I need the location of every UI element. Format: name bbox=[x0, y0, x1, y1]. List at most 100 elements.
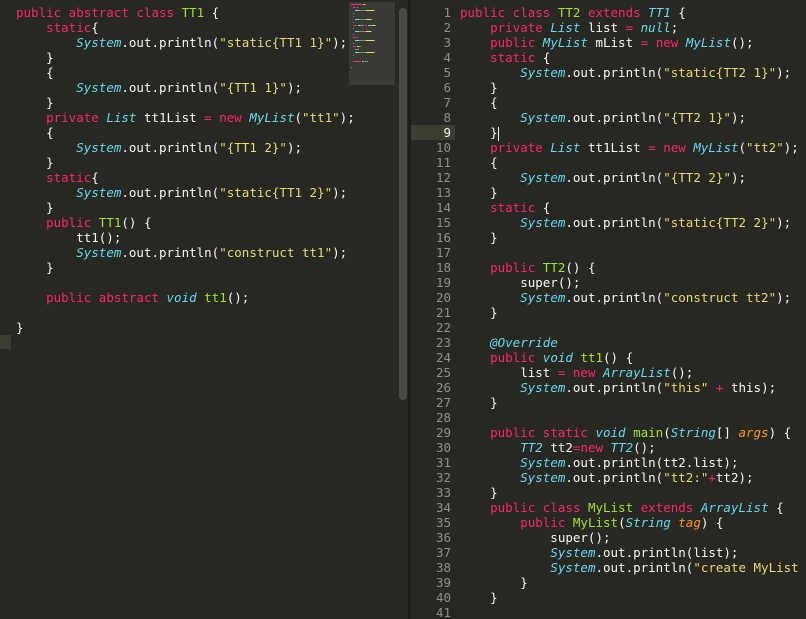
code-line[interactable]: list = new ArrayList(); bbox=[460, 365, 806, 380]
right-editor-pane[interactable]: 1 2 3 4 5 6 7 8 9 10 11 12 13 14 15 16 17 18 19 20 21 22 23 24 2… bbox=[411, 0, 806, 619]
right-code-area[interactable]: public class TT2 extends TT1 { private L… bbox=[460, 5, 806, 619]
code-line[interactable]: static{ bbox=[16, 20, 355, 35]
code-line[interactable]: { bbox=[460, 95, 806, 110]
left-scrollbar[interactable] bbox=[398, 0, 408, 619]
line-number: 31 bbox=[435, 455, 451, 470]
code-token: = bbox=[648, 140, 656, 155]
code-line[interactable]: System.out.println("{TT1 1}"); bbox=[16, 80, 355, 95]
code-line[interactable]: tt1(); bbox=[16, 230, 355, 245]
code-token: = bbox=[625, 20, 634, 35]
code-line[interactable]: System.out.println(tt2.list); bbox=[460, 455, 806, 470]
line-number: 38 bbox=[435, 560, 451, 575]
code-line[interactable]: public MyList(String tag) { bbox=[460, 515, 806, 530]
code-token: public bbox=[490, 35, 543, 50]
code-line[interactable]: static { bbox=[460, 50, 806, 65]
code-line[interactable]: { bbox=[16, 65, 355, 80]
code-line[interactable]: public abstract void tt1(); bbox=[16, 290, 355, 305]
code-line[interactable]: System.out.println("static{TT2 2}"); bbox=[460, 215, 806, 230]
code-line[interactable]: System.out.println("static{TT1 1}"); bbox=[16, 35, 355, 50]
code-line[interactable]: } bbox=[16, 320, 355, 335]
left-editor-pane[interactable]: public abstract class TT1 { static{ Syst… bbox=[0, 0, 396, 619]
code-token: ArrayList bbox=[603, 365, 671, 380]
code-line[interactable]: } bbox=[16, 200, 355, 215]
code-line[interactable]: } bbox=[460, 485, 806, 500]
code-line[interactable]: super(); bbox=[460, 275, 806, 290]
code-token: { bbox=[91, 170, 99, 185]
code-token: TT1 bbox=[648, 5, 671, 20]
left-code-area[interactable]: public abstract class TT1 { static{ Syst… bbox=[16, 5, 355, 335]
code-line[interactable]: } bbox=[460, 590, 806, 605]
code-line[interactable]: } bbox=[16, 95, 355, 110]
line-number: 26 bbox=[435, 380, 451, 395]
code-line[interactable] bbox=[460, 245, 806, 260]
code-token: .out.println( bbox=[121, 245, 220, 260]
code-line[interactable]: super(); bbox=[460, 530, 806, 545]
code-token: public bbox=[490, 260, 543, 275]
code-line[interactable]: public static void main(String[] args) { bbox=[460, 425, 806, 440]
code-token: .out.println( bbox=[565, 470, 664, 485]
code-line[interactable]: System.out.println("{TT1 2}"); bbox=[16, 140, 355, 155]
code-line[interactable]: System.out.println("construct tt1"); bbox=[16, 245, 355, 260]
code-line[interactable]: public TT2() { bbox=[460, 260, 806, 275]
code-line[interactable] bbox=[16, 305, 355, 320]
code-line[interactable]: System.out.println("this" + this); bbox=[460, 380, 806, 395]
code-line[interactable]: private List tt1List = new MyList("tt1")… bbox=[16, 110, 355, 125]
code-token: public bbox=[46, 215, 99, 230]
code-line[interactable]: } bbox=[16, 50, 355, 65]
left-scrollbar-thumb[interactable] bbox=[399, 8, 407, 400]
code-line[interactable]: } bbox=[460, 125, 806, 141]
code-line[interactable] bbox=[16, 275, 355, 290]
code-line[interactable]: @Override bbox=[460, 335, 806, 350]
code-line[interactable]: } bbox=[460, 305, 806, 320]
code-line[interactable]: } bbox=[16, 260, 355, 275]
code-line[interactable]: static{ bbox=[16, 170, 355, 185]
code-line[interactable]: public void tt1() { bbox=[460, 350, 806, 365]
code-line[interactable]: public class TT2 extends TT1 { bbox=[460, 5, 806, 20]
code-line[interactable]: { bbox=[16, 125, 355, 140]
code-line[interactable]: System.out.println("tt2:"+tt2); bbox=[460, 470, 806, 485]
code-line[interactable]: System.out.println(list); bbox=[460, 545, 806, 560]
code-line[interactable]: } bbox=[16, 155, 355, 170]
code-line[interactable]: } bbox=[460, 575, 806, 590]
code-token: = bbox=[204, 110, 212, 125]
code-line[interactable]: } bbox=[460, 80, 806, 95]
code-token: { bbox=[460, 95, 498, 110]
code-line[interactable]: System.out.println("construct tt2"); bbox=[460, 290, 806, 305]
minimap-segment bbox=[360, 25, 365, 26]
code-line[interactable]: System.out.println("static{TT1 2}"); bbox=[16, 185, 355, 200]
code-line[interactable]: private List list = null; bbox=[460, 20, 806, 35]
minimap[interactable] bbox=[349, 2, 395, 85]
code-token: [] bbox=[715, 425, 739, 440]
code-line[interactable] bbox=[460, 410, 806, 425]
code-line[interactable]: System.out.println("create MyList " + bbox=[460, 560, 806, 575]
minimap-segment bbox=[374, 25, 376, 26]
code-line[interactable] bbox=[460, 605, 806, 619]
code-line[interactable]: System.out.println("static{TT2 1}"); bbox=[460, 65, 806, 80]
code-token: tt2 bbox=[542, 440, 573, 455]
code-token: "construct tt2" bbox=[663, 290, 777, 305]
code-line[interactable]: static { bbox=[460, 200, 806, 215]
code-line[interactable]: System.out.println("{TT2 1}"); bbox=[460, 110, 806, 125]
code-line[interactable]: private List tt1List = new MyList("tt2")… bbox=[460, 140, 806, 155]
code-line[interactable]: public MyList mList = new MyList(); bbox=[460, 35, 806, 50]
code-line[interactable]: TT2 tt2=new TT2(); bbox=[460, 440, 806, 455]
code-token: String bbox=[670, 425, 716, 440]
code-token: MyList bbox=[587, 500, 634, 515]
code-line[interactable]: public class MyList extends ArrayList { bbox=[460, 500, 806, 515]
code-line[interactable]: public TT1() { bbox=[16, 215, 355, 230]
code-line[interactable]: { bbox=[460, 155, 806, 170]
code-line[interactable]: } bbox=[460, 395, 806, 410]
code-line[interactable]: System.out.println("{TT2 2}"); bbox=[460, 170, 806, 185]
code-line[interactable]: } bbox=[460, 185, 806, 200]
code-line[interactable]: } bbox=[460, 230, 806, 245]
code-line[interactable]: public abstract class TT1 { bbox=[16, 5, 355, 20]
code-line[interactable] bbox=[460, 320, 806, 335]
code-token: extends bbox=[640, 500, 701, 515]
code-token: ); bbox=[332, 35, 348, 50]
